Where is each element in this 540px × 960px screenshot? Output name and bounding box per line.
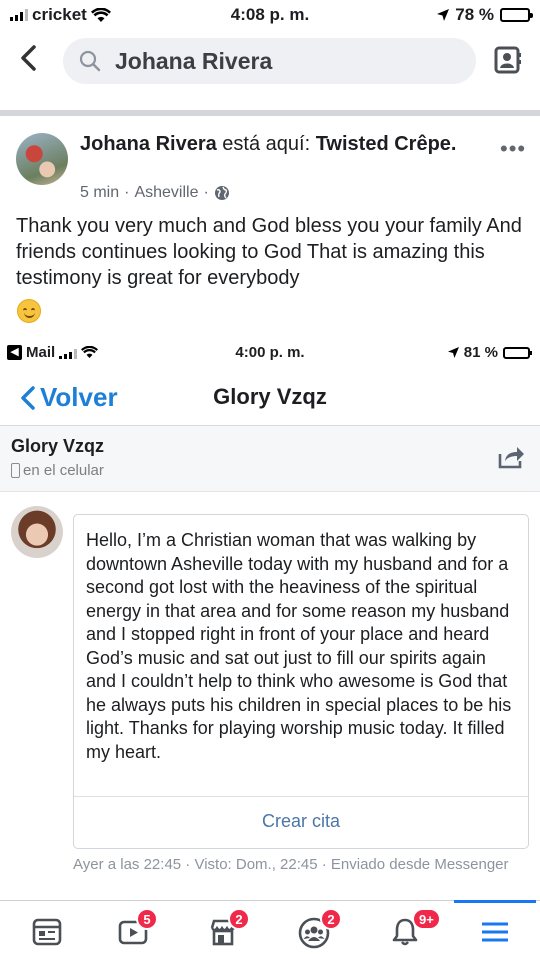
meta-separator: · [203, 184, 209, 201]
watch-badge: 5 [136, 908, 158, 930]
search-icon [79, 50, 101, 72]
bubble-divider [74, 796, 528, 797]
post-header: Johana Rivera está aquí: Twisted Crêpe. [80, 132, 460, 156]
globe-icon [214, 186, 229, 200]
post-body: Thank you very much and God bless you yo… [16, 215, 522, 289]
tab-watch[interactable]: 5 [104, 908, 158, 955]
contact-status-label: en el celular [23, 462, 104, 479]
meta-separator: · [124, 184, 130, 201]
search-query: Johana Rivera [115, 48, 273, 74]
embedded-battery-icon [503, 346, 532, 359]
sender-avatar[interactable] [11, 506, 63, 558]
tab-marketplace[interactable]: 2 [194, 908, 250, 955]
tab-news-feed[interactable] [18, 909, 72, 955]
marketplace-badge: 2 [228, 908, 250, 930]
battery-percent: 78 % [455, 5, 494, 24]
author-name[interactable]: Johana Rivera [80, 133, 217, 155]
embedded-location-arrow-icon [447, 347, 459, 358]
section-divider [0, 110, 540, 116]
more-options-icon[interactable]: ••• [500, 136, 526, 162]
back-button[interactable] [18, 44, 48, 80]
message-meta: Ayer a las 22:45 · Visto: Dom., 22:45 · … [73, 856, 509, 873]
conversation-title: Glory Vzqz [213, 384, 327, 409]
location-arrow-icon [437, 9, 450, 21]
messenger-nav-bar: Volver Glory Vzqz [0, 372, 540, 426]
place-link[interactable]: Twisted Crêpe. [316, 133, 457, 155]
checkin-text: está aquí: [222, 133, 311, 155]
search-input[interactable]: Johana Rivera [63, 38, 476, 84]
tab-groups[interactable]: 2 [284, 908, 342, 955]
battery-icon [500, 8, 533, 22]
post-time[interactable]: 5 min [80, 184, 119, 202]
post-location[interactable]: Asheville [134, 184, 198, 202]
conversation-header: Glory Vzqz en el celular [0, 426, 540, 492]
profile-card-icon[interactable] [493, 45, 523, 75]
news-feed-icon [32, 918, 62, 946]
notifications-badge: 9+ [412, 908, 441, 930]
menu-hamburger-icon [482, 922, 508, 942]
smiling-face-emoji-icon [17, 299, 41, 323]
author-avatar[interactable] [16, 133, 68, 185]
shared-screenshot[interactable]: ◀ Mail 4:00 p. m. 81 % Volver Glory Vzqz… [0, 338, 540, 900]
embedded-status-bar: ◀ Mail 4:00 p. m. 81 % [0, 344, 540, 370]
groups-badge: 2 [320, 908, 342, 930]
contact-status: en el celular [11, 462, 104, 479]
embedded-battery-percent: 81 % [463, 344, 498, 361]
active-tab-indicator [454, 900, 536, 903]
search-header: Johana Rivera [0, 32, 540, 92]
bottom-tab-bar: 5 2 2 9+ [0, 900, 540, 960]
post-meta: 5 min · Asheville · [80, 184, 230, 202]
mobile-phone-icon [11, 463, 20, 478]
chevron-left-icon [21, 45, 36, 71]
message-text: Hello, I’m a Christian woman that was wa… [86, 530, 512, 762]
tab-notifications[interactable]: 9+ [376, 908, 441, 955]
tab-menu[interactable] [466, 909, 520, 955]
message-bubble: Hello, I’m a Christian woman that was wa… [73, 514, 529, 849]
status-right: 78 % [437, 5, 533, 25]
status-bar: cricket 4:08 p. m. 78 % [0, 0, 540, 32]
create-appointment-button[interactable]: Crear cita [74, 811, 528, 832]
share-icon[interactable] [497, 444, 525, 470]
contact-name[interactable]: Glory Vzqz [11, 436, 104, 457]
embedded-status-right: 81 % [447, 344, 532, 361]
